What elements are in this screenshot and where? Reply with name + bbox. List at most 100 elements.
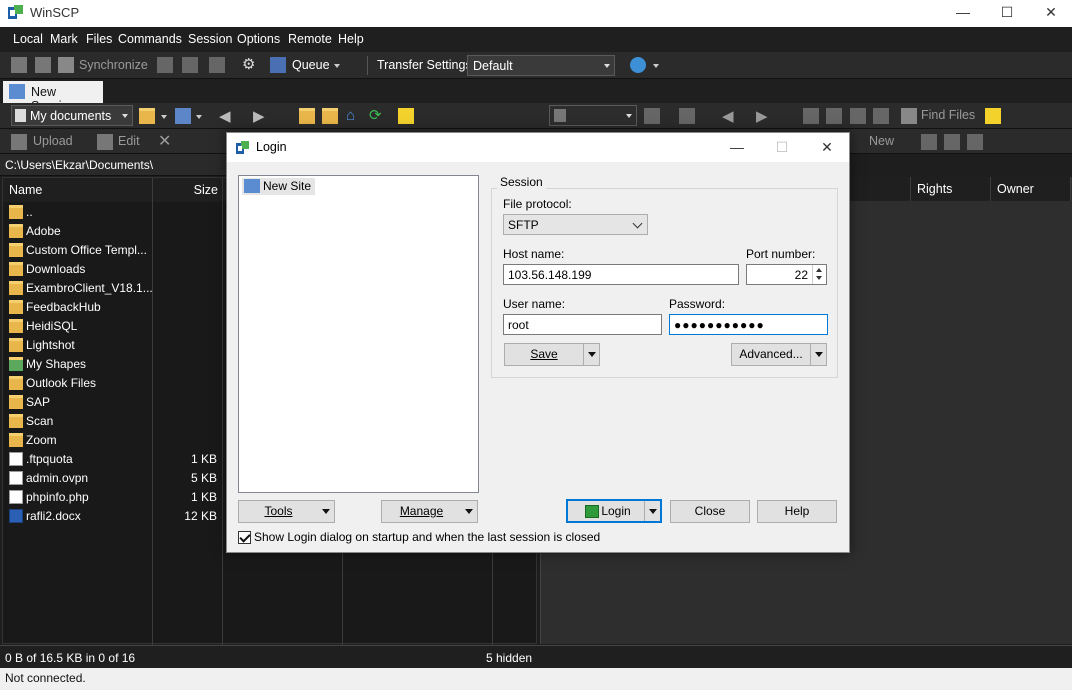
gear-icon[interactable]: ⚙ bbox=[242, 57, 258, 73]
local-location-select[interactable]: My documents bbox=[11, 105, 133, 126]
queue-button[interactable]: Queue bbox=[292, 58, 330, 72]
delete-icon[interactable]: ✕ bbox=[158, 131, 171, 151]
remote-parent-icon[interactable] bbox=[803, 108, 819, 124]
advanced-button[interactable]: Advanced... bbox=[731, 343, 827, 366]
site-tree[interactable]: New Site bbox=[238, 175, 479, 493]
site-item-new-site[interactable]: New Site bbox=[242, 178, 316, 195]
parent-folder-icon[interactable] bbox=[299, 108, 315, 124]
synchronize-icon[interactable] bbox=[58, 57, 74, 73]
remote-home-icon[interactable] bbox=[850, 108, 866, 124]
close-window-button[interactable]: ✕ bbox=[1028, 0, 1072, 27]
upload-button[interactable]: Upload bbox=[33, 134, 73, 148]
menu-remote[interactable]: Remote bbox=[288, 32, 332, 46]
save-dropdown-icon[interactable] bbox=[583, 344, 599, 365]
edit-icon[interactable] bbox=[97, 134, 113, 150]
remote-root-icon[interactable] bbox=[826, 108, 842, 124]
back-arrow-icon[interactable]: ◀ bbox=[219, 107, 231, 125]
terminal-icon[interactable] bbox=[209, 57, 225, 73]
port-spinner[interactable] bbox=[812, 265, 825, 284]
file-row[interactable]: My Shapes bbox=[3, 355, 223, 374]
bookmark-icon[interactable] bbox=[398, 108, 414, 124]
refresh-icon[interactable]: ⟳ bbox=[369, 108, 385, 124]
file-row[interactable]: Lightshot bbox=[3, 336, 223, 355]
file-row[interactable]: Zoom bbox=[3, 431, 223, 450]
forward-arrow-icon[interactable]: ▶ bbox=[253, 107, 265, 125]
hidden-files-count[interactable]: 5 hidden bbox=[486, 651, 532, 665]
remote-filter-icon[interactable] bbox=[679, 108, 695, 124]
remote-refresh-icon[interactable] bbox=[873, 108, 889, 124]
menu-session[interactable]: Session bbox=[188, 32, 232, 46]
remote-location-select[interactable] bbox=[549, 105, 637, 126]
manage-button[interactable]: Manage bbox=[381, 500, 478, 523]
dialog-minimize-button[interactable]: — bbox=[717, 136, 757, 158]
find-files-icon[interactable] bbox=[901, 108, 917, 124]
menu-local[interactable]: Local bbox=[13, 32, 43, 46]
port-number-input[interactable]: 22 bbox=[746, 264, 827, 285]
file-row[interactable]: ExambroClient_V18.1... bbox=[3, 279, 223, 298]
filter-dropdown-icon[interactable] bbox=[196, 115, 202, 119]
manage-dropdown-icon[interactable] bbox=[461, 501, 477, 522]
open-folder-icon[interactable] bbox=[139, 108, 155, 124]
filter-icon[interactable] bbox=[967, 134, 983, 150]
show-login-checkbox[interactable] bbox=[238, 531, 251, 544]
menu-mark[interactable]: Mark bbox=[50, 32, 78, 46]
file-row[interactable]: .ftpquota 1 KB bbox=[3, 450, 223, 469]
remote-bookmark-icon[interactable] bbox=[985, 108, 1001, 124]
login-dropdown-icon[interactable] bbox=[644, 501, 660, 521]
file-row[interactable]: Adobe bbox=[3, 222, 223, 241]
advanced-dropdown-icon[interactable] bbox=[810, 344, 826, 365]
file-protocol-select[interactable]: SFTP bbox=[503, 214, 648, 235]
file-row[interactable]: admin.ovpn 5 KB bbox=[3, 469, 223, 488]
tools-dropdown-icon[interactable] bbox=[318, 501, 334, 522]
tools-button[interactable]: Tools bbox=[238, 500, 335, 523]
save-button[interactable]: Save bbox=[504, 343, 600, 366]
find-files-button[interactable]: Find Files bbox=[921, 108, 975, 122]
remote-forward-icon[interactable]: ▶ bbox=[756, 107, 768, 125]
menu-commands[interactable]: Commands bbox=[118, 32, 182, 46]
file-row[interactable]: Outlook Files bbox=[3, 374, 223, 393]
file-row[interactable]: HeidiSQL bbox=[3, 317, 223, 336]
menu-options[interactable]: Options bbox=[237, 32, 280, 46]
home-icon[interactable]: ⌂ bbox=[346, 108, 362, 124]
collapse-icon[interactable] bbox=[944, 134, 960, 150]
remote-open-icon[interactable] bbox=[644, 108, 660, 124]
transfer-settings-select[interactable]: Default bbox=[467, 55, 615, 76]
host-name-input[interactable]: 103.56.148.199 bbox=[503, 264, 739, 285]
putty-icon[interactable] bbox=[182, 57, 198, 73]
globe-dropdown-icon[interactable] bbox=[653, 64, 659, 68]
globe-icon[interactable] bbox=[630, 57, 646, 73]
console-icon[interactable] bbox=[157, 57, 173, 73]
new-button[interactable]: New bbox=[869, 134, 894, 148]
queue-icon[interactable] bbox=[270, 57, 286, 73]
spin-down-icon[interactable] bbox=[816, 276, 822, 280]
minimize-button[interactable]: — bbox=[940, 0, 986, 27]
file-row[interactable]: rafli2.docx 12 KB bbox=[3, 507, 223, 526]
file-row[interactable]: .. bbox=[3, 203, 223, 222]
column-name[interactable]: Name bbox=[3, 178, 153, 202]
user-name-input[interactable]: root bbox=[503, 314, 662, 335]
edit-button[interactable]: Edit bbox=[118, 134, 140, 148]
maximize-button[interactable]: ☐ bbox=[984, 0, 1030, 27]
root-folder-icon[interactable] bbox=[322, 108, 338, 124]
dialog-close-button[interactable]: ✕ bbox=[807, 136, 847, 158]
spin-up-icon[interactable] bbox=[816, 268, 822, 272]
close-button[interactable]: Close bbox=[670, 500, 750, 523]
file-row[interactable]: Scan bbox=[3, 412, 223, 431]
remote-back-icon[interactable]: ◀ bbox=[722, 107, 734, 125]
open-dropdown-icon[interactable] bbox=[161, 115, 167, 119]
menu-files[interactable]: Files bbox=[86, 32, 112, 46]
queue-dropdown-icon[interactable] bbox=[334, 64, 340, 68]
help-button[interactable]: Help bbox=[757, 500, 837, 523]
menu-help[interactable]: Help bbox=[338, 32, 364, 46]
file-row[interactable]: Downloads bbox=[3, 260, 223, 279]
compare-icon[interactable] bbox=[11, 57, 27, 73]
login-button[interactable]: Login bbox=[566, 499, 662, 523]
password-input[interactable]: ●●●●●●●●●●● bbox=[669, 314, 828, 335]
tab-new-session[interactable]: New Session bbox=[3, 81, 103, 113]
column-rights[interactable]: Rights bbox=[911, 177, 991, 201]
expand-icon[interactable] bbox=[921, 134, 937, 150]
column-size[interactable]: Size bbox=[153, 178, 223, 202]
sync-browse-icon[interactable] bbox=[35, 57, 51, 73]
synchronize-button[interactable]: Synchronize bbox=[79, 58, 148, 72]
file-row[interactable]: phpinfo.php 1 KB bbox=[3, 488, 223, 507]
